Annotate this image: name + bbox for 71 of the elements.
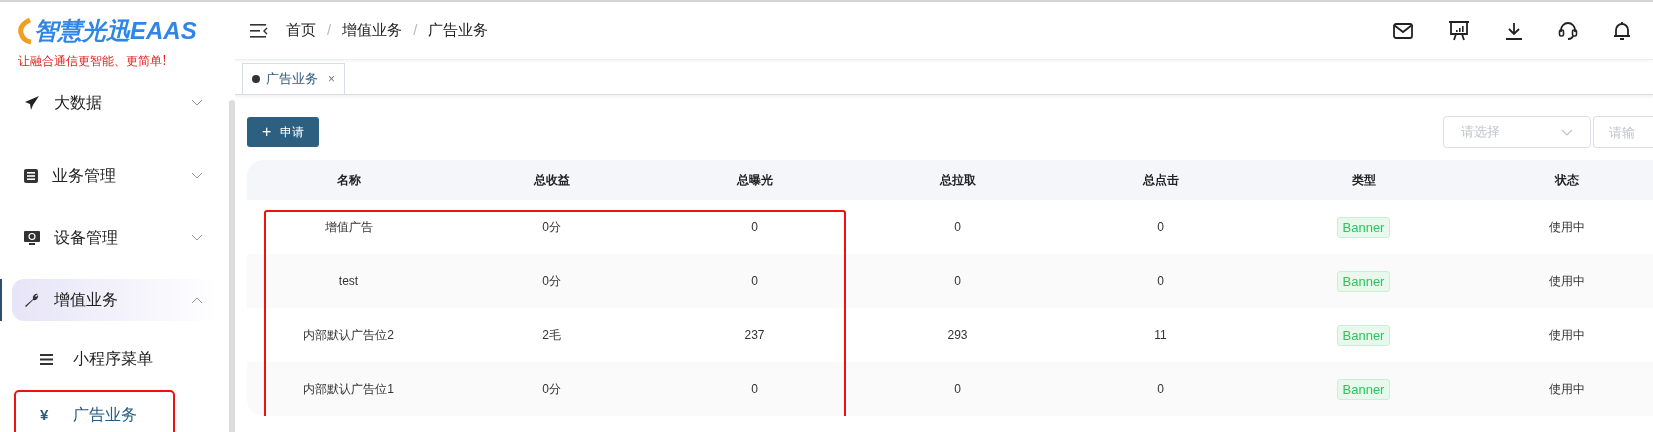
monitor-icon — [24, 230, 40, 246]
search-field[interactable]: 请输 — [1593, 116, 1653, 148]
table-cell-text: 0 — [1157, 381, 1164, 398]
sidebar-item[interactable]: 业务管理 — [12, 155, 217, 197]
active-indicator — [0, 279, 2, 321]
table-cell-text: 0 — [954, 219, 961, 236]
table-cell-text: 0 — [954, 273, 961, 290]
type-tag: Banner — [1336, 270, 1391, 292]
sidebar-item[interactable]: 设备管理 — [12, 217, 217, 259]
table-cell-text: 0 — [1157, 273, 1164, 290]
table-cell-text: 293 — [947, 327, 968, 344]
chevron-down-icon — [191, 234, 203, 242]
table-cell-text: 0 — [954, 381, 961, 398]
table-cell-text: 增值广告 — [324, 219, 373, 236]
chevron-down-icon — [191, 99, 203, 107]
breadcrumb-item: 广告业务 — [428, 20, 489, 41]
table-cell-text: 使用中 — [1548, 219, 1585, 236]
close-icon[interactable]: × — [328, 70, 335, 88]
column-header[interactable]: 名称 — [247, 171, 450, 189]
table-cell-text: 2毛 — [542, 327, 561, 344]
submenu-item[interactable]: ¥ 广告业务 — [16, 392, 173, 432]
apply-button[interactable]: + 申请 — [247, 117, 320, 147]
table-cell-text: 使用中 — [1548, 327, 1585, 344]
menu-icon — [40, 353, 53, 365]
table-cell-text: 0 — [751, 381, 758, 398]
headset-icon[interactable] — [1558, 20, 1578, 41]
table-cell-text: 使用中 — [1548, 381, 1585, 398]
submenu-item[interactable]: 小程序菜单 — [16, 336, 173, 382]
tab[interactable]: 广告业务 × — [242, 63, 345, 94]
table-cell-text: 237 — [744, 327, 765, 344]
table-cell-text: 0分 — [542, 273, 561, 290]
breadcrumb-separator: / — [327, 20, 332, 41]
table-cell-text: 内部默认广告位2 — [303, 327, 394, 344]
table-cell-text: 0 — [751, 273, 758, 290]
type-tag: Banner — [1336, 324, 1391, 346]
paper-plane-icon — [24, 95, 40, 111]
collapse-menu-icon[interactable] — [250, 23, 268, 38]
table-cell-text: 使用中 — [1548, 273, 1585, 290]
column-header[interactable]: 总点击 — [1059, 171, 1262, 189]
breadcrumb-item[interactable]: 首页 — [286, 19, 316, 42]
type-tag: Banner — [1336, 378, 1391, 400]
logo-slogan: 让融合通信更智能、更简单! — [18, 53, 168, 70]
column-header[interactable]: 总拉取 — [856, 171, 1059, 189]
table-cell-text: 0分 — [542, 219, 561, 236]
table-cell-text: 内部默认广告位1 — [303, 381, 394, 398]
table-cell-text: 0 — [1157, 219, 1164, 236]
scrollbar[interactable] — [229, 100, 235, 432]
sidebar-item[interactable]: 大数据 — [12, 82, 217, 124]
list-icon — [24, 169, 38, 183]
type-tag: Banner — [1336, 216, 1391, 238]
table-cell-text: 11 — [1154, 327, 1167, 344]
bell-icon[interactable] — [1613, 20, 1631, 41]
table-cell-text: 0分 — [542, 381, 561, 398]
column-header[interactable]: 状态 — [1465, 171, 1653, 189]
logo-title: 智慧光迅EAAS — [34, 16, 197, 46]
yen-icon: ¥ — [40, 403, 53, 427]
chevron-down-icon — [191, 172, 203, 180]
breadcrumb-separator: / — [413, 20, 418, 41]
presentation-board-icon[interactable] — [1448, 20, 1470, 41]
column-header[interactable]: 总收益 — [450, 171, 653, 189]
breadcrumb-item[interactable]: 增值业务 — [342, 19, 403, 42]
download-icon[interactable] — [1505, 21, 1523, 40]
column-header[interactable]: 总曝光 — [653, 171, 856, 189]
column-header[interactable]: 类型 — [1262, 171, 1465, 189]
mail-icon[interactable] — [1393, 22, 1413, 39]
chevron-down-icon — [1561, 128, 1573, 136]
swoosh-icon — [18, 17, 32, 45]
table-cell-text: test — [338, 273, 359, 290]
chevron-up-icon — [191, 296, 203, 304]
table-cell-text: 0 — [751, 219, 758, 236]
wrench-icon — [24, 292, 40, 308]
